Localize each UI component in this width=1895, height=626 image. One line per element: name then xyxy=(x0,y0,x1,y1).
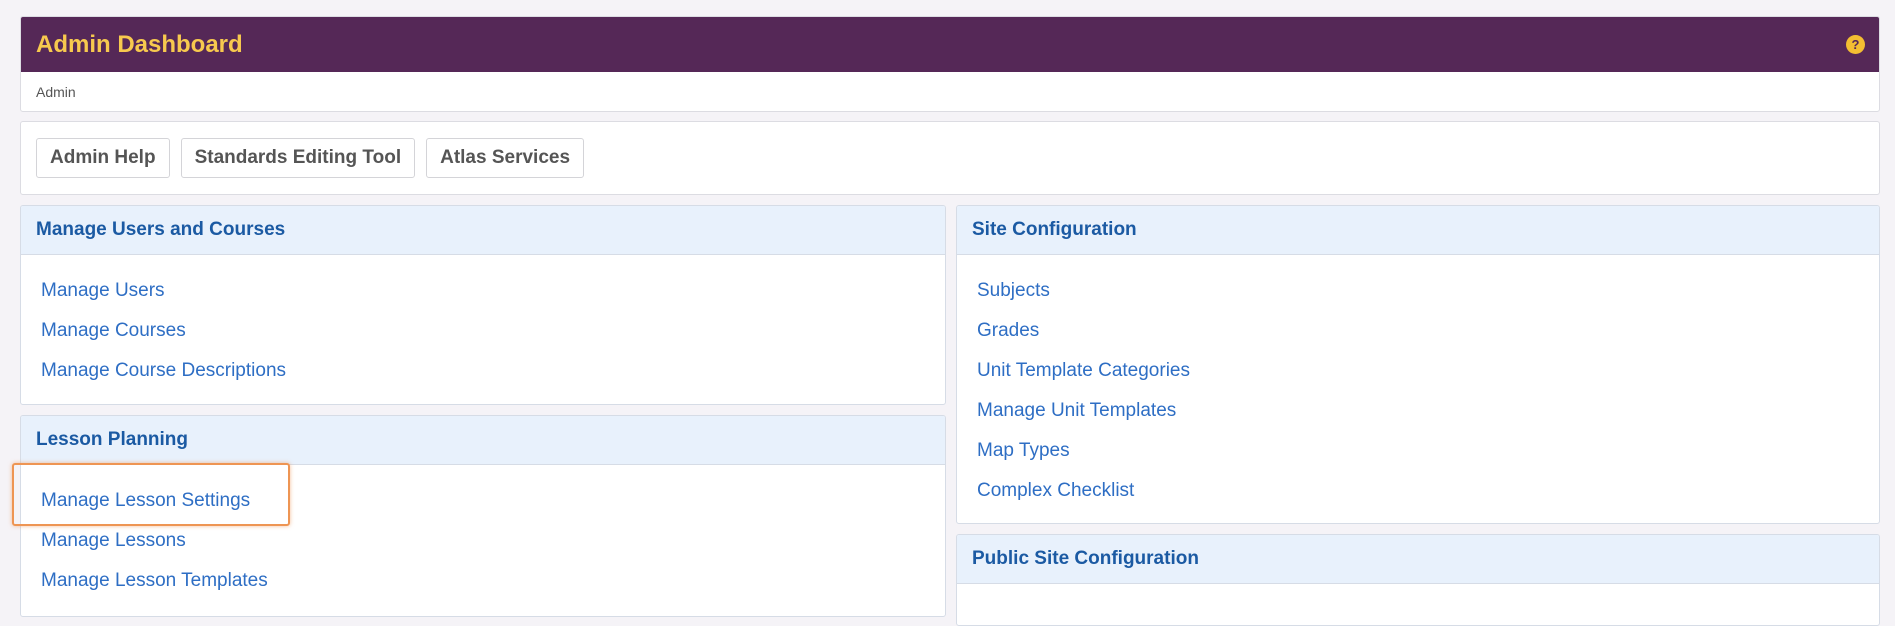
lesson-planning-panel: Lesson Planning Manage Lesson Settings M… xyxy=(20,415,946,617)
panel-links: Subjects Grades Unit Template Categories… xyxy=(957,255,1879,517)
panel-title: Manage Users and Courses xyxy=(21,206,945,255)
panel-title: Lesson Planning xyxy=(21,416,945,465)
complex-checklist-link[interactable]: Complex Checklist xyxy=(977,477,1879,517)
map-types-link[interactable]: Map Types xyxy=(977,437,1879,477)
help-icon[interactable]: ? xyxy=(1846,35,1865,54)
standards-editing-tool-button[interactable]: Standards Editing Tool xyxy=(180,138,416,178)
toolbar: Admin Help Standards Editing Tool Atlas … xyxy=(20,121,1880,195)
admin-dashboard: Admin Dashboard ? Admin Admin Help Stand… xyxy=(20,16,1880,626)
atlas-services-button[interactable]: Atlas Services xyxy=(426,138,585,178)
page-title: Admin Dashboard xyxy=(36,30,243,58)
panel-links: Manage Lesson Settings Manage Lessons Ma… xyxy=(21,465,945,607)
manage-course-descriptions-link[interactable]: Manage Course Descriptions xyxy=(41,357,945,397)
site-configuration-panel: Site Configuration Subjects Grades Unit … xyxy=(956,205,1880,524)
unit-template-categories-link[interactable]: Unit Template Categories xyxy=(977,357,1879,397)
breadcrumb-item-admin[interactable]: Admin xyxy=(36,84,76,100)
subjects-link[interactable]: Subjects xyxy=(977,277,1879,317)
panel-title: Public Site Configuration xyxy=(957,535,1879,584)
header-card: Admin Dashboard ? Admin xyxy=(20,16,1880,112)
title-bar: Admin Dashboard ? xyxy=(21,17,1879,72)
manage-users-link[interactable]: Manage Users xyxy=(41,277,945,317)
manage-lesson-settings-link[interactable]: Manage Lesson Settings xyxy=(41,487,945,527)
manage-users-courses-panel: Manage Users and Courses Manage Users Ma… xyxy=(20,205,946,405)
admin-help-button[interactable]: Admin Help xyxy=(36,138,170,178)
breadcrumb: Admin xyxy=(21,72,1879,111)
manage-unit-templates-link[interactable]: Manage Unit Templates xyxy=(977,397,1879,437)
manage-lesson-templates-link[interactable]: Manage Lesson Templates xyxy=(41,567,945,607)
public-site-configuration-panel: Public Site Configuration xyxy=(956,534,1880,626)
grades-link[interactable]: Grades xyxy=(977,317,1879,357)
panel-title: Site Configuration xyxy=(957,206,1879,255)
manage-courses-link[interactable]: Manage Courses xyxy=(41,317,945,357)
panel-links: Manage Users Manage Courses Manage Cours… xyxy=(21,255,945,397)
panel-columns: Manage Users and Courses Manage Users Ma… xyxy=(20,205,1880,626)
manage-lessons-link[interactable]: Manage Lessons xyxy=(41,527,945,567)
